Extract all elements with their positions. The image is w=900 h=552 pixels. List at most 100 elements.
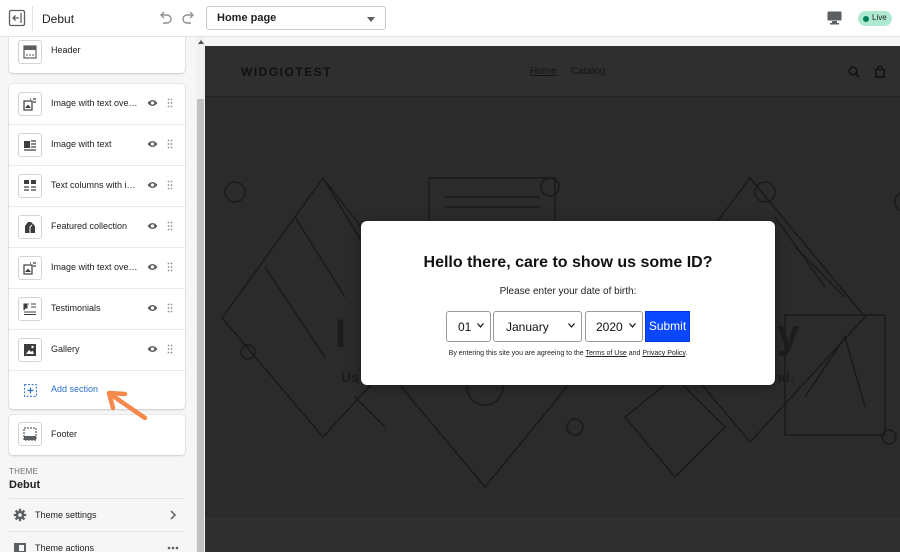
- search-icon: [848, 66, 860, 78]
- top-bar: Debut Home page Live: [0, 0, 900, 37]
- fine-print-and: and: [626, 350, 643, 357]
- page-select-value: Home page: [217, 12, 277, 24]
- section-label: Text columns with images: [51, 180, 139, 190]
- section-label: Gallery: [51, 344, 80, 354]
- section-row-gallery[interactable]: Gallery: [9, 330, 185, 371]
- drag-handle-icon[interactable]: [167, 262, 173, 272]
- footer-section-label: Footer: [51, 429, 78, 439]
- collection-tag-icon: [18, 215, 42, 239]
- section-row-text-columns[interactable]: Text columns with images: [9, 166, 185, 207]
- store-header: WIDGIOTEST Home Catalog: [205, 46, 900, 97]
- section-label: Featured collection: [51, 221, 128, 231]
- gear-icon: [13, 508, 27, 522]
- exit-editor-icon[interactable]: [8, 9, 26, 27]
- chevron-right-icon: [170, 510, 177, 520]
- section-row-image-with-text-overlay-2[interactable]: Image with text overlay: [9, 248, 185, 289]
- sections-sidebar: Header Image with text overlay Image wit…: [0, 37, 196, 552]
- section-row-testimonials[interactable]: Testimonials: [9, 289, 185, 330]
- section-label: Image with text overlay: [51, 98, 139, 108]
- status-dot-icon: [863, 16, 869, 22]
- scroll-up-arrow-icon[interactable]: [198, 40, 204, 44]
- section-row-featured-collection[interactable]: Featured collection: [9, 207, 185, 248]
- drag-handle-icon[interactable]: [167, 180, 173, 190]
- chevron-down-icon: [367, 17, 375, 22]
- footer-layout-icon: [18, 422, 42, 446]
- eye-icon[interactable]: [147, 181, 158, 189]
- quote-icon: [18, 297, 42, 321]
- scrollbar-thumb[interactable]: [197, 99, 204, 552]
- drag-handle-icon[interactable]: [167, 344, 173, 354]
- modal-title: Hello there, care to show us some ID?: [423, 254, 713, 271]
- section-label: Image with text: [51, 139, 112, 149]
- day-select-value: 01: [458, 320, 472, 334]
- add-section-icon: [24, 384, 37, 397]
- drag-handle-icon[interactable]: [167, 98, 173, 108]
- image-with-text-icon: [18, 133, 42, 157]
- add-section-button[interactable]: Add section: [9, 371, 185, 409]
- drag-handle-icon[interactable]: [167, 221, 173, 231]
- section-label: Testimonials: [51, 303, 101, 313]
- desktop-view-icon[interactable]: [827, 11, 842, 25]
- eye-icon[interactable]: [147, 345, 158, 353]
- eye-icon[interactable]: [147, 99, 158, 107]
- chevron-down-icon: [629, 323, 636, 328]
- drag-handle-icon[interactable]: [167, 139, 173, 149]
- theme-settings-button[interactable]: Theme settings: [9, 498, 185, 530]
- redo-icon[interactable]: [181, 10, 197, 26]
- store-nav-catalog: Catalog: [571, 66, 606, 77]
- theme-settings-label: Theme settings: [35, 510, 97, 520]
- year-select-value: 2020: [596, 320, 623, 334]
- terms-of-use-link[interactable]: Terms of Use: [586, 350, 627, 357]
- fine-print-prefix: By entering this site you are agreeing t…: [448, 350, 586, 357]
- chevron-down-icon: [568, 323, 575, 328]
- header-layout-icon: [18, 40, 42, 64]
- year-select[interactable]: 2020: [585, 311, 643, 342]
- section-row-image-with-text[interactable]: Image with text: [9, 125, 185, 166]
- eye-icon[interactable]: [147, 140, 158, 148]
- section-label: Image with text overlay: [51, 262, 139, 272]
- modal-subtitle: Please enter your date of birth:: [499, 286, 637, 297]
- page-select[interactable]: Home page: [206, 6, 386, 30]
- theme-caption: THEME: [9, 467, 38, 476]
- live-status-label: Live: [872, 13, 887, 22]
- day-select[interactable]: 01: [446, 311, 491, 342]
- eye-icon[interactable]: [147, 304, 158, 312]
- theme-actions-button[interactable]: Theme actions: [9, 531, 185, 552]
- drag-handle-icon[interactable]: [167, 303, 173, 313]
- svg-text:y: y: [777, 312, 800, 356]
- header-section-card[interactable]: Header: [9, 37, 185, 73]
- theme-actions-icon: [14, 543, 26, 552]
- privacy-policy-link[interactable]: Privacy Policy: [642, 350, 685, 357]
- topbar-divider: [32, 6, 33, 31]
- gallery-icon: [18, 338, 42, 362]
- theme-name: Debut: [42, 12, 75, 26]
- sections-list: Image with text overlay Image with text …: [9, 84, 185, 409]
- eye-icon[interactable]: [147, 222, 158, 230]
- image-text-icon: [18, 256, 42, 280]
- live-status-badge: Live: [858, 11, 892, 26]
- chevron-down-icon: [477, 323, 484, 328]
- annotation-arrow-icon: [106, 390, 148, 421]
- modal-fine-print: By entering this site you are agreeing t…: [361, 350, 775, 357]
- columns-icon: [18, 174, 42, 198]
- submit-button[interactable]: Submit: [645, 311, 690, 342]
- fine-print-suffix: .: [685, 350, 688, 357]
- section-row-image-with-text-overlay[interactable]: Image with text overlay: [9, 84, 185, 125]
- sidebar-scrollbar[interactable]: [196, 37, 205, 552]
- eye-icon[interactable]: [147, 263, 158, 271]
- month-select-value: January: [506, 320, 549, 334]
- theme-title: Debut: [9, 479, 41, 491]
- cart-icon: [874, 65, 886, 78]
- store-logo: WIDGIOTEST: [241, 65, 332, 79]
- undo-icon[interactable]: [157, 10, 173, 26]
- svg-text:nd.: nd.: [773, 369, 794, 385]
- month-select[interactable]: January: [493, 311, 582, 342]
- store-nav-home: Home: [530, 66, 557, 77]
- theme-actions-label: Theme actions: [35, 543, 95, 552]
- svg-text:I: I: [335, 312, 346, 356]
- header-section-label: Header: [51, 45, 81, 55]
- svg-text:Us: Us: [341, 369, 359, 385]
- footer-section-card[interactable]: Footer: [9, 415, 185, 455]
- store-footer-strip: [205, 517, 900, 552]
- more-horizontal-icon: [167, 546, 179, 550]
